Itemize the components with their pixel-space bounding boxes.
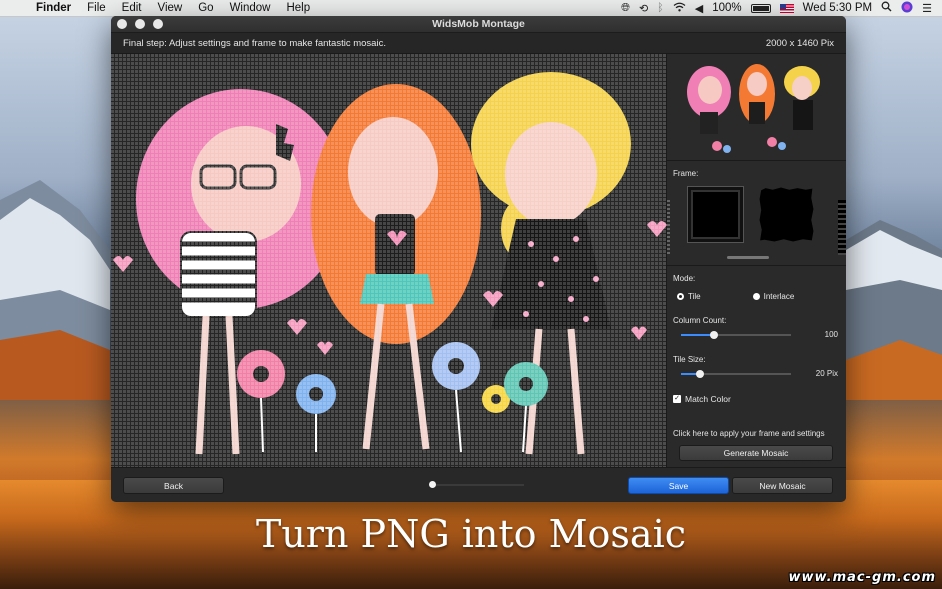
match-color-label: Match Color [685,394,731,404]
status-area: 🌐︎ ⟲ ᛒ ◀︎ 100% Wed 5:30 PM ☰ [621,1,942,16]
mosaic-settings: Mode: Tile Interlace Column Count: 100 T… [667,266,846,467]
mode-tile-label: Tile [688,292,701,301]
tile-size-label: Tile Size: [673,355,706,364]
radio-selected-icon [677,293,684,300]
tile-size-slider[interactable] [681,369,791,378]
tile-size-value: 20 Pix [815,369,838,378]
siri-icon[interactable] [901,1,913,16]
bluetooth-icon[interactable]: ᛒ [657,2,664,14]
time-machine-icon[interactable]: ⟲ [639,2,648,15]
mosaic-preview-canvas[interactable] [111,54,667,467]
frame-options [673,186,840,243]
search-icon[interactable] [881,1,892,15]
step-progress-track [429,481,524,488]
source-thumbnail [667,54,846,161]
generate-mosaic-button[interactable]: Generate Mosaic [679,445,833,461]
clock[interactable]: Wed 5:30 PM [803,2,872,14]
frame-option-partial-right[interactable] [838,200,846,255]
menu-view[interactable]: View [150,2,191,14]
bottom-bar: Back Save New Mosaic [111,467,846,501]
window-controls [111,19,163,29]
globe-icon[interactable]: 🌐︎ [621,2,630,15]
zoom-button[interactable] [153,19,163,29]
settings-sidebar: Frame: Mode: Tile Interlace Column Count… [667,54,846,467]
title-bar: WidsMob Montage [111,16,846,33]
column-count-slider[interactable] [681,330,791,339]
radio-unselected-icon [752,293,760,300]
column-count-slider-knob[interactable] [710,330,718,339]
mode-interlace-label: Interlace [763,292,795,301]
back-button[interactable]: Back [123,477,224,494]
app-window: WidsMob Montage Final step: Adjust setti… [111,16,846,502]
window-title: WidsMob Montage [432,18,525,30]
mode-label: Mode: [673,274,696,283]
menu-help[interactable]: Help [278,2,318,14]
match-color-checkbox[interactable]: ✓ [673,395,681,403]
column-count-label: Column Count: [673,316,727,325]
menu-go[interactable]: Go [190,2,221,14]
battery-icon[interactable] [750,3,771,13]
menu-file[interactable]: File [79,2,114,14]
menu-window[interactable]: Window [222,2,279,14]
column-count-slider-row: 100 [673,330,840,339]
menu-finder[interactable]: Finder [28,2,79,14]
frame-option-rough[interactable] [759,187,814,242]
frame-option-partial-left[interactable] [667,200,670,255]
promo-caption: Turn PNG into Mosaic [255,512,687,556]
column-count-value: 100 [824,330,838,339]
menu-bar: Finder File Edit View Go Window Help 🌐︎ … [0,0,942,17]
image-dimensions: 2000 x 1460 Pix [765,37,834,49]
close-button[interactable] [117,19,127,29]
wifi-icon[interactable] [673,2,686,15]
thumbnail-image [687,64,820,153]
mode-interlace-radio[interactable]: Interlace [752,292,795,301]
apply-hint-text: Click here to apply your frame and setti… [673,429,825,438]
step-progress-knob[interactable] [429,481,436,488]
frame-label: Frame: [673,169,699,178]
instruction-text: Final step: Adjust settings and frame to… [123,37,386,49]
main-area: Frame: Mode: Tile Interlace Column Count… [111,54,846,467]
match-color-row[interactable]: ✓ Match Color [673,394,840,404]
new-mosaic-button[interactable]: New Mosaic [732,477,833,494]
menu-edit[interactable]: Edit [114,2,150,14]
watermark: www.mac-gm.com [788,570,936,585]
frame-option-plain[interactable] [687,186,744,243]
tile-size-slider-row: 20 Pix [673,369,840,378]
tile-size-slider-knob[interactable] [695,369,704,378]
mosaic-preview-image [111,54,667,467]
frame-scroll-indicator[interactable] [727,256,769,259]
mode-tile-radio[interactable]: Tile [677,292,701,301]
flag-icon[interactable] [779,3,794,13]
menu-list-icon[interactable]: ☰ [922,2,932,15]
minimize-button[interactable] [135,19,145,29]
info-bar: Final step: Adjust settings and frame to… [111,33,846,54]
volume-icon[interactable]: ◀︎ [695,2,703,15]
frame-section: Frame: [667,161,846,266]
mode-options: Tile Interlace [673,292,840,301]
save-button[interactable]: Save [628,477,729,494]
battery-percent: 100% [712,2,742,14]
